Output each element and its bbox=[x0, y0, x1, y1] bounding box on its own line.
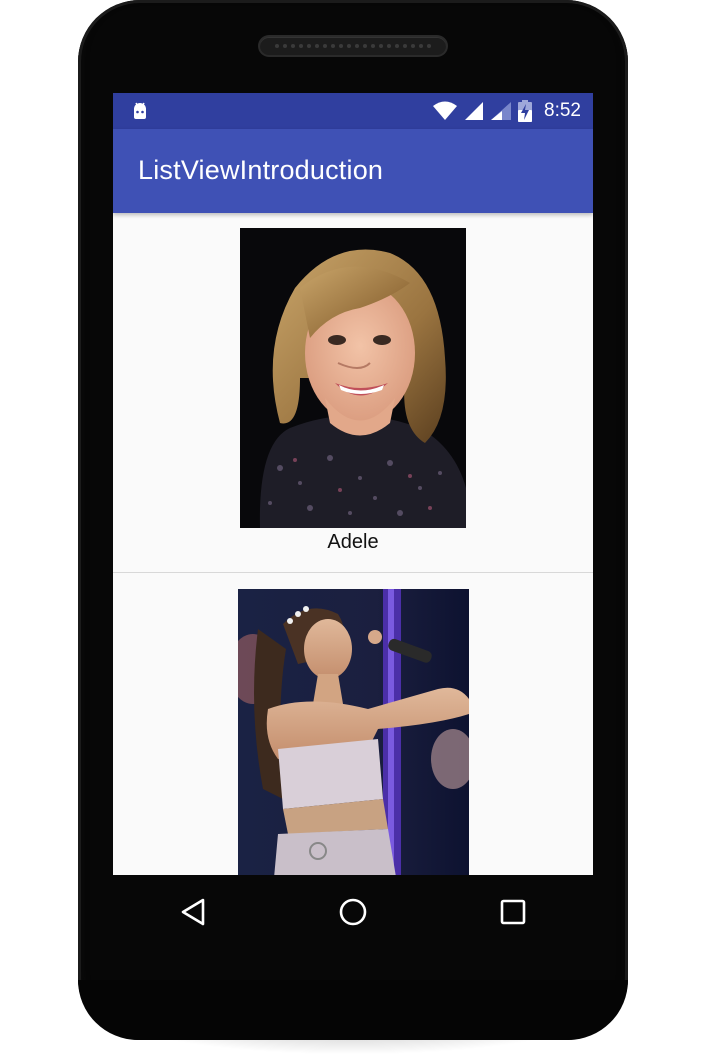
status-bar: 8:52 bbox=[113, 93, 593, 129]
earpiece-speaker bbox=[260, 37, 446, 55]
home-icon bbox=[339, 898, 367, 926]
back-button[interactable] bbox=[163, 882, 223, 942]
phone-chin bbox=[78, 980, 628, 1040]
adele-photo bbox=[240, 228, 466, 528]
app-bar: ListViewIntroduction bbox=[113, 129, 593, 213]
status-time: 8:52 bbox=[544, 100, 581, 121]
wifi-icon bbox=[433, 101, 458, 120]
signal-icon bbox=[465, 102, 484, 120]
list-item[interactable] bbox=[113, 573, 593, 875]
list-item-label: Adele bbox=[327, 531, 379, 553]
home-button[interactable] bbox=[323, 882, 383, 942]
navigation-bar bbox=[113, 875, 593, 949]
back-icon bbox=[181, 898, 205, 926]
signal-weak-icon bbox=[491, 102, 512, 120]
recents-icon bbox=[500, 899, 526, 925]
battery-charging-icon bbox=[518, 100, 533, 122]
app-title: ListViewIntroduction bbox=[138, 155, 384, 185]
list-view[interactable]: Adele bbox=[113, 213, 593, 875]
screen: 8:52 ListViewIntroduction Adele bbox=[113, 93, 593, 875]
android-notification-icon bbox=[134, 102, 146, 119]
list-item[interactable]: Adele bbox=[113, 213, 593, 572]
ariana-photo bbox=[238, 589, 469, 875]
recents-button[interactable] bbox=[483, 882, 543, 942]
